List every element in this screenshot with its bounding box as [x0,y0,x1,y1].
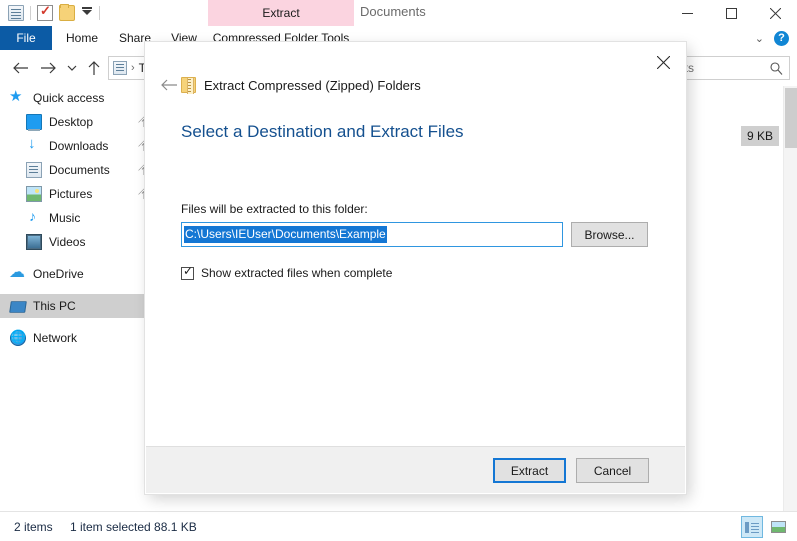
sidebar-item-label: Quick access [33,91,105,105]
tab-home[interactable]: Home [56,26,108,50]
network-icon [10,329,26,346]
table-row[interactable]: 9 KB [740,126,779,146]
sidebar-item-label: Downloads [49,139,109,153]
details-view-icon[interactable] [741,516,763,538]
sidebar-item-label: Network [33,331,78,345]
page-title: Select a Destination and Extract Files [181,122,464,141]
close-icon[interactable] [646,48,680,76]
arrow-left-icon[interactable] [8,56,32,80]
sidebar-item-onedrive[interactable]: OneDrive [0,262,158,286]
new-folder-icon[interactable] [59,4,75,21]
chevron-down-icon[interactable]: ⌄ [755,32,764,45]
contextual-tab-extract[interactable]: Extract [208,0,354,26]
breadcrumb-separator[interactable]: › [131,62,135,74]
destination-path-value: C:\Users\IEUser\Documents\Example [184,226,387,243]
path-field-label: Files will be extracted to this folder: [181,202,368,216]
properties-check-icon[interactable] [37,3,53,21]
arrow-right-icon[interactable] [36,56,60,80]
documents-icon [113,61,127,75]
quick-access-toolbar [8,3,100,23]
toolbar-divider [30,6,31,20]
search-input[interactable]: nts [672,56,790,80]
selection-status-label: 1 item selected 88.1 KB [70,520,197,534]
customize-caret-icon[interactable] [81,5,93,21]
sidebar-item-documents[interactable]: Documents ⇱ [0,158,158,182]
sidebar-item-desktop[interactable]: Desktop ⇱ [0,110,158,134]
desktop-icon [26,114,42,131]
show-extracted-checkbox-row[interactable]: Show extracted files when complete [181,264,393,280]
star-icon [9,87,26,106]
show-extracted-checkbox[interactable] [181,264,194,280]
ribbon-help-row: ⌄ ? [755,26,797,50]
cancel-button[interactable]: Cancel [576,458,649,483]
documents-icon [26,162,42,178]
sidebar-item-pictures[interactable]: Pictures ⇱ [0,182,158,206]
chevron-down-icon[interactable] [60,56,84,80]
sidebar-item-label: This PC [33,299,76,313]
sidebar-item-music[interactable]: Music [0,206,158,230]
large-icons-view-icon[interactable] [767,516,789,538]
extract-button[interactable]: Extract [493,458,566,483]
browse-button[interactable]: Browse... [571,222,648,247]
vertical-scrollbar[interactable] [783,86,797,511]
save-icon[interactable] [8,5,24,21]
view-mode-buttons [741,516,789,538]
destination-path-input[interactable]: C:\Users\IEUser\Documents\Example [181,222,563,247]
arrow-up-icon[interactable] [82,56,106,80]
sidebar-item-label: Documents [49,163,110,177]
sidebar-item-label: OneDrive [33,267,84,281]
sidebar-item-this-pc[interactable]: This PC [0,294,158,318]
dialog-header: Extract Compressed (Zipped) Folders [181,74,421,96]
dialog-footer: Extract Cancel [146,446,685,493]
show-extracted-checkbox-label: Show extracted files when complete [201,266,393,280]
item-count-label: 2 items [14,520,53,534]
sidebar-item-label: Pictures [49,187,93,201]
this-pc-icon [9,301,27,313]
sidebar-item-label: Desktop [49,115,94,129]
cloud-icon [9,262,26,282]
toolbar-divider-2 [99,6,100,20]
status-bar: 2 items 1 item selected 88.1 KB [0,511,797,541]
file-size-cell: 9 KB [746,129,773,143]
sidebar-item-videos[interactable]: Videos [0,230,158,254]
sidebar-item-downloads[interactable]: Downloads ⇱ [0,134,158,158]
arrow-left-icon[interactable] [156,74,182,96]
extract-dialog: Extract Compressed (Zipped) Folders Sele… [145,42,686,494]
dialog-app-title: Extract Compressed (Zipped) Folders [204,77,421,93]
help-question-icon[interactable]: ? [774,30,789,46]
title-bar: Documents [0,0,797,26]
minimize-icon[interactable] [665,0,709,26]
window-title: Documents [360,4,426,19]
zip-folder-icon [181,77,196,94]
sidebar-item-quick-access[interactable]: Quick access [0,86,158,110]
sidebar-item-label: Videos [49,235,86,249]
music-icon [26,208,42,226]
pictures-icon [26,186,42,202]
maximize-icon[interactable] [709,0,753,26]
sidebar-item-network[interactable]: Network [0,326,158,350]
scrollbar-thumb[interactable] [785,88,797,148]
window-controls [665,0,797,26]
close-icon[interactable] [753,0,797,26]
tab-file[interactable]: File [0,26,52,50]
search-icon[interactable] [770,62,783,78]
navigation-pane: Quick access Desktop ⇱ Downloads ⇱ Docum… [0,86,158,511]
screen-root: Documents File Home Share View Compresse… [0,0,797,541]
downloads-icon [26,135,42,154]
sidebar-item-label: Music [49,211,81,225]
videos-icon [26,234,42,250]
